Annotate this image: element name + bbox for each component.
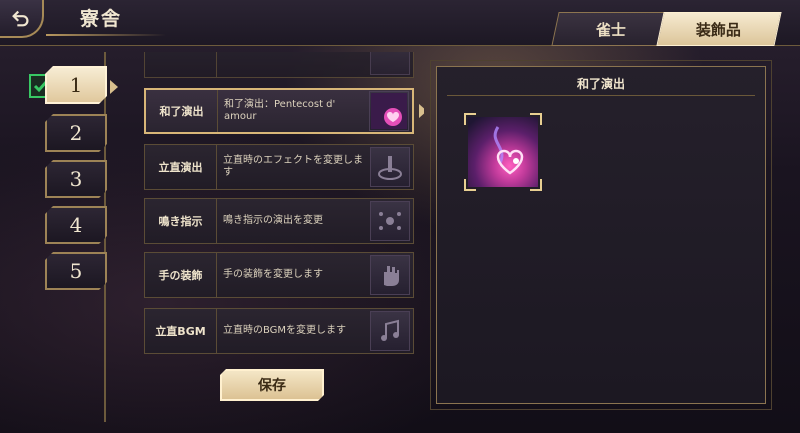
preset-slot-label: 2 [69,121,83,145]
preset-slot-panel: 1 2 3 4 5 [15,52,118,422]
preset-slot-4[interactable]: 4 [45,206,107,244]
row-label: 立直BGM [145,309,217,353]
row-desc: 鳴き指示の演出を変更 [223,215,323,226]
riichi-effect-icon [370,147,410,187]
preset-slot-5[interactable]: 5 [45,252,107,290]
decoration-list[interactable]: 和了演出 和了演出：Pentecost d' amour 立直演出 立直時のエフ… [106,52,424,422]
call-indicator-icon [370,201,410,241]
detail-divider [447,95,755,96]
save-button[interactable]: 保存 [220,369,324,401]
row-desc: 和了演出：Pentecost d' amour [224,99,336,122]
preset-slot-1[interactable]: 1 [45,66,107,104]
preview-corner [464,179,476,191]
preset-slot-label: 1 [69,73,83,97]
decoration-icon [370,52,410,75]
heart-effect-preview-icon [468,117,538,187]
list-item-riichi-bgm[interactable]: 立直BGM 立直時のBGMを変更します [144,308,414,354]
page-title: 寮舎 [80,8,123,30]
detail-title: 和了演出 [576,77,625,91]
list-item-riichi-effect[interactable]: 立直演出 立直時のエフェクトを変更します [144,144,414,190]
preset-slot-label: 5 [69,259,83,283]
row-desc: 立直時のエフェクトを変更します [223,155,363,178]
preset-slot-label: 3 [69,167,83,191]
title-underline [46,34,166,36]
row-label [145,52,217,77]
tab-decorations-label: 装飾品 [696,20,742,39]
preset-slot-label: 4 [69,213,83,237]
list-item-call-indicator[interactable]: 鳴き指示 鳴き指示の演出を変更 [144,198,414,244]
list-item-hand-decoration[interactable]: 手の装飾 手の装飾を変更します [144,252,414,298]
tab-jansi-label: 雀士 [595,20,626,39]
list-item-partial[interactable] [144,52,414,78]
row-desc: 立直時のBGMを変更します [223,325,347,336]
preview-corner [464,113,476,125]
list-item-agari-effect[interactable]: 和了演出 和了演出：Pentecost d' amour [144,88,424,134]
back-button[interactable] [0,0,44,38]
row-label: 鳴き指示 [145,199,217,243]
row-label: 手の装飾 [145,253,217,297]
back-arrow-icon [12,10,29,27]
tab-decorations[interactable]: 装飾品 [656,12,782,46]
row-label: 和了演出 [146,90,218,132]
preview-corner [530,113,542,125]
preset-slot-3[interactable]: 3 [45,160,107,198]
preset-slot-2[interactable]: 2 [45,114,107,152]
row-desc: 手の装飾を変更します [223,269,323,280]
tab-jansi[interactable]: 雀士 [551,12,671,46]
preview-corner [530,179,542,191]
decoration-preview[interactable] [464,113,542,191]
heart-effect-icon [369,91,409,131]
top-bar: 寮舎 雀士 装飾品 [0,0,800,46]
music-icon [370,311,410,351]
selected-row-arrow [419,104,424,118]
row-label: 立直演出 [145,145,217,189]
hand-icon [370,255,410,295]
